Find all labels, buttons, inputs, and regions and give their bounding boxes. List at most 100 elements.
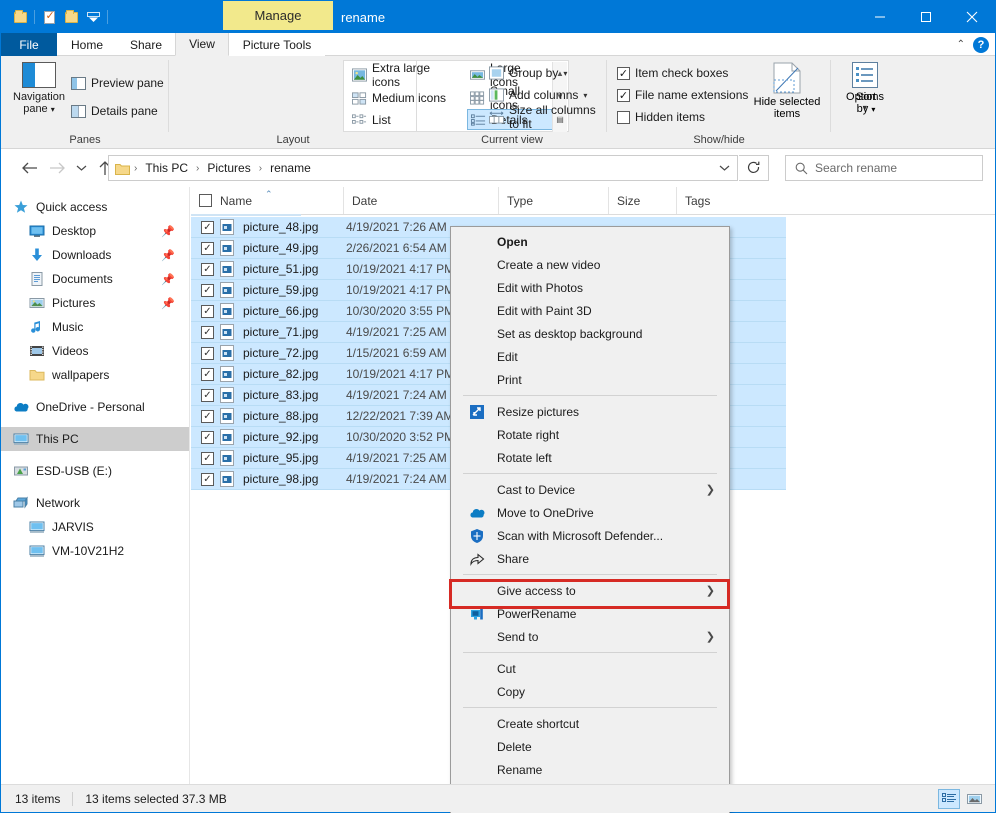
select-all-checkbox[interactable] xyxy=(199,194,212,207)
qat-properties-button[interactable] xyxy=(38,6,60,28)
chevron-up-icon[interactable]: ⌃ xyxy=(957,39,965,50)
sidebar-item-music[interactable]: Music xyxy=(1,315,189,339)
menu-item-edit-with-photos[interactable]: Edit with Photos xyxy=(451,276,729,299)
details-view-button[interactable] xyxy=(938,789,960,809)
qat-new-folder-button[interactable] xyxy=(9,6,31,28)
menu-item-scan-with-microsoft-defender[interactable]: Scan with Microsoft Defender... xyxy=(451,524,729,547)
menu-item-open[interactable]: Open xyxy=(451,230,729,253)
forward-button[interactable] xyxy=(43,154,71,182)
sidebar-item-pictures[interactable]: Pictures 📌 xyxy=(1,291,189,315)
tab-home[interactable]: Home xyxy=(57,33,117,56)
row-checkbox[interactable]: ✓ xyxy=(201,347,214,360)
menu-item-print[interactable]: Print xyxy=(451,368,729,391)
tab-view[interactable]: View xyxy=(175,33,229,56)
preview-pane-button[interactable]: Preview pane xyxy=(71,72,164,94)
menu-item-edit[interactable]: Edit xyxy=(451,345,729,368)
menu-item-move-to-onedrive[interactable]: Move to OneDrive xyxy=(451,501,729,524)
minimize-button[interactable] xyxy=(857,1,903,33)
row-checkbox[interactable]: ✓ xyxy=(201,284,214,297)
help-icon[interactable]: ? xyxy=(973,37,989,53)
row-checkbox[interactable]: ✓ xyxy=(201,326,214,339)
sidebar-item-jarvis[interactable]: JARVIS xyxy=(1,515,189,539)
menu-item-set-as-desktop-background[interactable]: Set as desktop background xyxy=(451,322,729,345)
menu-item-resize-pictures[interactable]: Resize pictures xyxy=(451,400,729,423)
navigation-pane-button[interactable]: Navigation pane ▾ xyxy=(11,62,67,124)
row-checkbox[interactable]: ✓ xyxy=(201,431,214,444)
hide-selected-items-button[interactable]: Hide selected items xyxy=(746,62,828,126)
menu-item-share[interactable]: Share xyxy=(451,547,729,570)
sidebar-item-wallpapers[interactable]: wallpapers xyxy=(1,363,189,387)
size-all-columns-button[interactable]: Size all columns to fit xyxy=(489,106,607,128)
pin-icon[interactable]: 📌 xyxy=(161,249,175,262)
menu-item-edit-with-paint-3d[interactable]: Edit with Paint 3D xyxy=(451,299,729,322)
refresh-button[interactable] xyxy=(739,155,769,181)
pin-icon[interactable]: 📌 xyxy=(161,297,175,310)
menu-item-send-to[interactable]: Send to❯ xyxy=(451,625,729,648)
menu-item-powerrename[interactable]: PowerRename xyxy=(451,602,729,625)
qat-customize-button[interactable] xyxy=(82,6,104,28)
column-header-size[interactable]: Size xyxy=(608,187,676,214)
row-checkbox[interactable]: ✓ xyxy=(201,452,214,465)
sidebar-item-videos[interactable]: Videos xyxy=(1,339,189,363)
address-field[interactable]: › This PC › Pictures › rename xyxy=(108,155,738,181)
back-button[interactable] xyxy=(15,154,43,182)
tab-file[interactable]: File xyxy=(1,33,57,56)
column-header-type[interactable]: Type xyxy=(498,187,608,214)
sidebar-item-esd-usb[interactable]: ESD-USB (E:) xyxy=(1,459,189,483)
group-by-button[interactable]: Group by ▾ xyxy=(489,62,567,84)
menu-item-rename[interactable]: Rename xyxy=(451,758,729,781)
menu-item-create-a-new-video[interactable]: Create a new video xyxy=(451,253,729,276)
menu-item-delete[interactable]: Delete xyxy=(451,735,729,758)
menu-item-rotate-right[interactable]: Rotate right xyxy=(451,423,729,446)
qat-folder-button[interactable] xyxy=(60,6,82,28)
search-input[interactable]: Search rename xyxy=(815,161,897,175)
sidebar-item-this-pc[interactable]: This PC xyxy=(1,427,189,451)
row-checkbox[interactable]: ✓ xyxy=(201,389,214,402)
pin-icon[interactable]: 📌 xyxy=(161,273,175,286)
menu-item-rotate-left[interactable]: Rotate left xyxy=(451,446,729,469)
sidebar-item-onedrive[interactable]: OneDrive - Personal xyxy=(1,395,189,419)
menu-item-give-access-to[interactable]: Give access to❯ xyxy=(451,579,729,602)
sidebar-item-vm-10v21h2[interactable]: VM-10V21H2 xyxy=(1,539,189,563)
sidebar-item-desktop[interactable]: Desktop 📌 xyxy=(1,219,189,243)
group-by-label: Group by xyxy=(509,66,558,80)
menu-item-create-shortcut[interactable]: Create shortcut xyxy=(451,712,729,735)
search-box[interactable]: Search rename xyxy=(785,155,983,181)
row-checkbox[interactable]: ✓ xyxy=(201,305,214,318)
sidebar-item-documents[interactable]: Documents 📌 xyxy=(1,267,189,291)
row-checkbox[interactable]: ✓ xyxy=(201,242,214,255)
breadcrumb-rename[interactable]: rename xyxy=(266,159,315,177)
submenu-arrow-icon: ❯ xyxy=(706,584,715,597)
address-dropdown-button[interactable] xyxy=(711,156,737,180)
manage-contextual-tab[interactable]: Manage xyxy=(223,1,333,30)
thumbnail-view-button[interactable] xyxy=(963,789,985,809)
maximize-button[interactable] xyxy=(903,1,949,33)
column-header-name[interactable]: Name ⌃ xyxy=(191,187,343,214)
details-pane-button[interactable]: Details pane xyxy=(71,100,158,122)
sidebar-item-downloads[interactable]: Downloads 📌 xyxy=(1,243,189,267)
close-button[interactable] xyxy=(949,1,995,33)
recent-locations-button[interactable] xyxy=(71,154,91,182)
row-checkbox[interactable]: ✓ xyxy=(201,473,214,486)
row-checkbox[interactable]: ✓ xyxy=(201,410,214,423)
menu-item-cast-to-device[interactable]: Cast to Device❯ xyxy=(451,478,729,501)
breadcrumb-this-pc[interactable]: This PC xyxy=(141,159,192,177)
column-header-date[interactable]: Date xyxy=(343,187,498,214)
file-name-extensions-checkbox[interactable]: ✓ File name extensions xyxy=(617,84,748,106)
menu-item-copy[interactable]: Copy xyxy=(451,680,729,703)
row-checkbox[interactable]: ✓ xyxy=(201,221,214,234)
options-button[interactable]: Options ▾ xyxy=(837,62,893,126)
pictures-icon xyxy=(29,295,45,311)
sidebar-item-quick-access[interactable]: Quick access xyxy=(1,195,189,219)
row-checkbox[interactable]: ✓ xyxy=(201,368,214,381)
row-checkbox[interactable]: ✓ xyxy=(201,263,214,276)
item-check-boxes-checkbox[interactable]: ✓ Item check boxes xyxy=(617,62,728,84)
column-header-tags[interactable]: Tags xyxy=(676,187,789,214)
pin-icon[interactable]: 📌 xyxy=(161,225,175,238)
tab-share[interactable]: Share xyxy=(117,33,175,56)
breadcrumb-pictures[interactable]: Pictures xyxy=(203,159,254,177)
hidden-items-checkbox[interactable]: Hidden items xyxy=(617,106,705,128)
tab-picture-tools[interactable]: Picture Tools xyxy=(229,33,325,56)
menu-item-cut[interactable]: Cut xyxy=(451,657,729,680)
sidebar-item-network[interactable]: Network xyxy=(1,491,189,515)
